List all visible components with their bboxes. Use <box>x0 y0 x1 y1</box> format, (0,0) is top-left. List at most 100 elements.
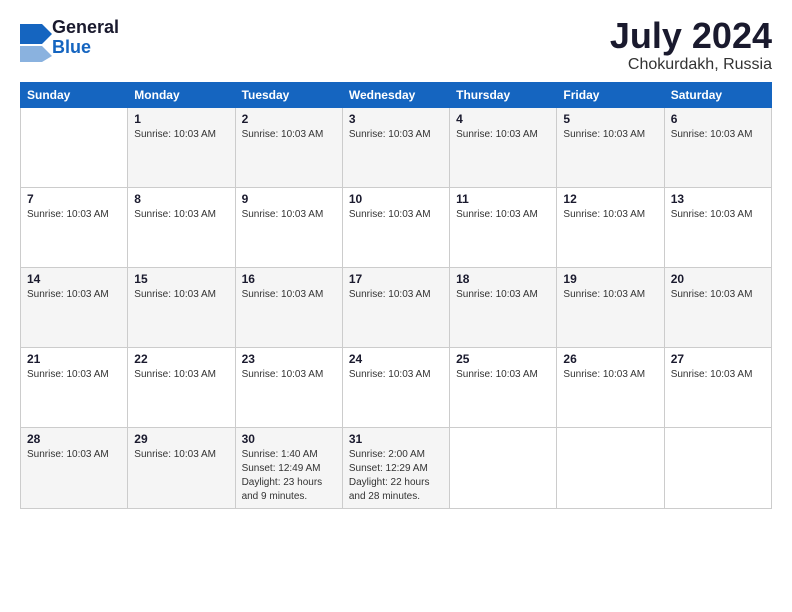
calendar-header-row: Sunday Monday Tuesday Wednesday Thursday… <box>21 83 772 108</box>
day-info: Sunrise: 10:03 AM <box>456 288 550 302</box>
day-number: 16 <box>242 272 336 286</box>
day-info: Sunrise: 10:03 AM <box>27 448 121 462</box>
calendar-week-row: 28Sunrise: 10:03 AM29Sunrise: 10:03 AM30… <box>21 428 772 509</box>
page: General Blue July 2024 Chokurdakh, Russi… <box>0 0 792 612</box>
table-row: 27Sunrise: 10:03 AM <box>664 348 771 428</box>
col-monday: Monday <box>128 83 235 108</box>
header: General Blue July 2024 Chokurdakh, Russi… <box>20 18 772 74</box>
day-number: 28 <box>27 432 121 446</box>
day-number: 31 <box>349 432 443 446</box>
day-number: 26 <box>563 352 657 366</box>
table-row: 17 Sunrise: 10:03 AM <box>342 268 449 348</box>
day-number: 8 <box>134 192 228 206</box>
col-saturday: Saturday <box>664 83 771 108</box>
table-row <box>21 108 128 188</box>
table-row: 31 Sunrise: 2:00 AMSunset: 12:29 AMDaylig… <box>342 428 449 509</box>
day-info: Sunrise: 10:03 AM <box>671 128 765 142</box>
day-number: 15 <box>134 272 228 286</box>
table-row: 10Sunrise: 10:03 AM <box>342 188 449 268</box>
table-row: 4 Sunrise: 10:03 AM <box>450 108 557 188</box>
day-number: 2 <box>242 112 336 126</box>
table-row: 6Sunrise: 10:03 AM <box>664 108 771 188</box>
table-row: 23Sunrise: 10:03 AM <box>235 348 342 428</box>
table-row: 16 Sunrise: 10:03 AM <box>235 268 342 348</box>
day-number: 30 <box>242 432 336 446</box>
table-row: 12Sunrise: 10:03 AM <box>557 188 664 268</box>
day-number: 13 <box>671 192 765 206</box>
table-row <box>450 428 557 509</box>
table-row: 30Sunrise: 1:40 AMSunset: 12:49 AMDaylig… <box>235 428 342 509</box>
day-info: Sunrise: 2:00 AMSunset: 12:29 AMDaylight… <box>349 448 443 504</box>
table-row: 7 Sunrise: 10:03 AM <box>21 188 128 268</box>
table-row: 24Sunrise: 10:03 AM <box>342 348 449 428</box>
day-number: 10 <box>349 192 443 206</box>
day-info: Sunrise: 10:03 AM <box>671 208 765 222</box>
day-number: 20 <box>671 272 765 286</box>
day-info: Sunrise: 10:03 AM <box>27 208 121 222</box>
day-info: Sunrise: 10:03 AM <box>242 128 336 142</box>
calendar-week-row: 7Sunrise: 10:03 AM8Sunrise: 10:03 AM9Sun… <box>21 188 772 268</box>
calendar-week-row: 1Sunrise: 10:03 AM2Sunrise: 10:03 AM3Sun… <box>21 108 772 188</box>
day-info: Sunrise: 10:03 AM <box>671 288 765 302</box>
table-row: 5Sunrise: 10:03 AM <box>557 108 664 188</box>
day-number: 18 <box>456 272 550 286</box>
day-number: 4 <box>456 112 550 126</box>
table-row: 26 Sunrise: 10:03 AM <box>557 348 664 428</box>
day-number: 14 <box>27 272 121 286</box>
title-area: July 2024 Chokurdakh, Russia <box>610 18 772 74</box>
calendar-table: Sunday Monday Tuesday Wednesday Thursday… <box>20 82 772 509</box>
day-info: Sunrise: 10:03 AM <box>456 128 550 142</box>
day-number: 27 <box>671 352 765 366</box>
table-row: 2 Sunrise: 10:03 AM <box>235 108 342 188</box>
table-row: 19Sunrise: 10:03 AM <box>557 268 664 348</box>
day-info: Sunrise: 10:03 AM <box>349 288 443 302</box>
table-row: 22 Sunrise: 10:03 AM <box>128 348 235 428</box>
calendar-week-row: 14Sunrise: 10:03 AM15Sunrise: 10:03 AM16… <box>21 268 772 348</box>
day-number: 11 <box>456 192 550 206</box>
col-thursday: Thursday <box>450 83 557 108</box>
table-row: 14Sunrise: 10:03 AM <box>21 268 128 348</box>
logo-icon <box>20 24 48 52</box>
day-info: Sunrise: 10:03 AM <box>242 288 336 302</box>
day-info: Sunrise: 10:03 AM <box>349 128 443 142</box>
col-friday: Friday <box>557 83 664 108</box>
location-title: Chokurdakh, Russia <box>610 56 772 74</box>
table-row: 20 Sunrise: 10:03 AM <box>664 268 771 348</box>
table-row: 8Sunrise: 10:03 AM <box>128 188 235 268</box>
day-info: Sunrise: 10:03 AM <box>134 368 228 382</box>
month-title: July 2024 <box>610 18 772 54</box>
day-number: 19 <box>563 272 657 286</box>
day-number: 7 <box>27 192 121 206</box>
table-row <box>664 428 771 509</box>
col-tuesday: Tuesday <box>235 83 342 108</box>
day-info: Sunrise: 10:03 AM <box>134 448 228 462</box>
table-row: 1 Sunrise: 10:03 AM <box>128 108 235 188</box>
day-info: Sunrise: 10:03 AM <box>456 368 550 382</box>
day-number: 9 <box>242 192 336 206</box>
table-row: 11 Sunrise: 10:03 AM <box>450 188 557 268</box>
logo: General Blue <box>20 18 119 58</box>
day-info: Sunrise: 10:03 AM <box>134 288 228 302</box>
day-number: 1 <box>134 112 228 126</box>
col-sunday: Sunday <box>21 83 128 108</box>
table-row: 18 Sunrise: 10:03 AM <box>450 268 557 348</box>
table-row: 29Sunrise: 10:03 AM <box>128 428 235 509</box>
day-info: Sunrise: 10:03 AM <box>563 368 657 382</box>
table-row: 21Sunrise: 10:03 AM <box>21 348 128 428</box>
logo-text: General Blue <box>52 18 119 58</box>
day-info: Sunrise: 10:03 AM <box>27 368 121 382</box>
day-info: Sunrise: 10:03 AM <box>134 128 228 142</box>
day-number: 22 <box>134 352 228 366</box>
day-info: Sunrise: 10:03 AM <box>456 208 550 222</box>
table-row: 15 Sunrise: 10:03 AM <box>128 268 235 348</box>
day-info: Sunrise: 10:03 AM <box>242 208 336 222</box>
day-number: 17 <box>349 272 443 286</box>
day-info: Sunrise: 10:03 AM <box>349 368 443 382</box>
day-info: Sunrise: 10:03 AM <box>563 128 657 142</box>
table-row: 13 Sunrise: 10:03 AM <box>664 188 771 268</box>
table-row: 25Sunrise: 10:03 AM <box>450 348 557 428</box>
day-info: Sunrise: 10:03 AM <box>563 208 657 222</box>
table-row <box>557 428 664 509</box>
logo-blue: Blue <box>52 37 91 57</box>
col-wednesday: Wednesday <box>342 83 449 108</box>
